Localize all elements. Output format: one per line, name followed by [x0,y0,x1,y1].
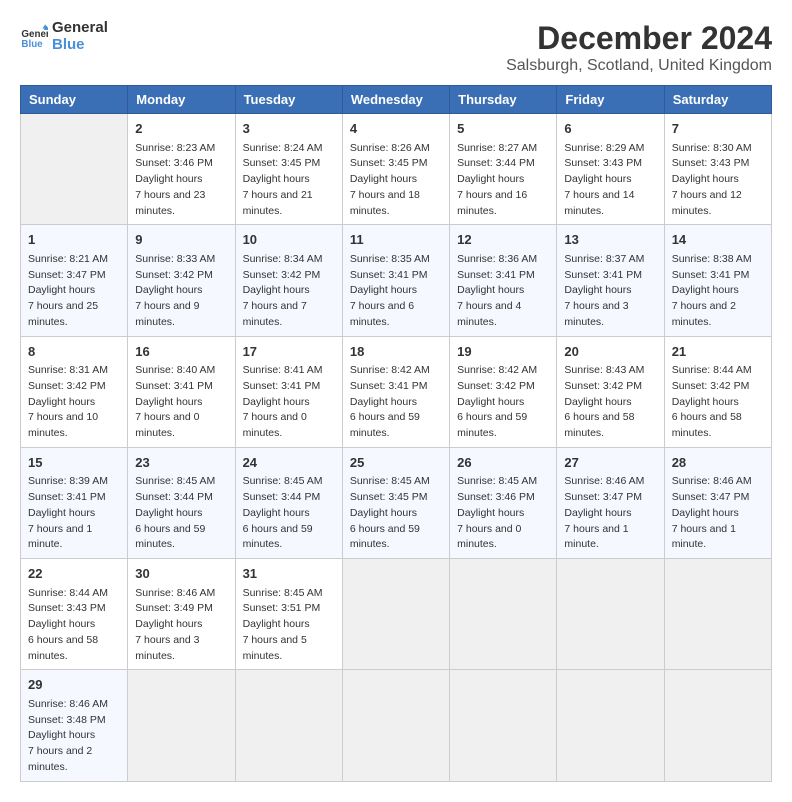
day-number: 14 [672,230,764,250]
day-number: 12 [457,230,549,250]
calendar-cell [450,559,557,670]
page-header: General Blue General Blue December 2024 … [20,20,772,75]
calendar-cell: 16Sunrise: 8:40 AMSunset: 3:41 PMDayligh… [128,336,235,447]
day-number: 20 [564,342,656,362]
logo-icon: General Blue [20,23,48,51]
day-number: 25 [350,453,442,473]
month-title: December 2024 [506,20,772,57]
calendar-row-3: 8Sunrise: 8:31 AMSunset: 3:42 PMDaylight… [21,336,772,447]
calendar-cell: 9Sunrise: 8:33 AMSunset: 3:42 PMDaylight… [128,225,235,336]
calendar-cell: 8Sunrise: 8:31 AMSunset: 3:42 PMDaylight… [21,336,128,447]
calendar-cell: 3Sunrise: 8:24 AMSunset: 3:45 PMDaylight… [235,114,342,225]
day-number: 13 [564,230,656,250]
calendar-cell: 19Sunrise: 8:42 AMSunset: 3:42 PMDayligh… [450,336,557,447]
day-number: 18 [350,342,442,362]
col-sunday: Sunday [21,86,128,114]
calendar-row-5: 22Sunrise: 8:44 AMSunset: 3:43 PMDayligh… [21,559,772,670]
calendar-cell [342,559,449,670]
col-wednesday: Wednesday [342,86,449,114]
calendar-row-2: 1Sunrise: 8:21 AMSunset: 3:47 PMDaylight… [21,225,772,336]
logo-line2: Blue [52,37,108,54]
calendar-cell: 20Sunrise: 8:43 AMSunset: 3:42 PMDayligh… [557,336,664,447]
calendar-cell [664,670,771,781]
calendar-cell: 14Sunrise: 8:38 AMSunset: 3:41 PMDayligh… [664,225,771,336]
calendar-cell: 31Sunrise: 8:45 AMSunset: 3:51 PMDayligh… [235,559,342,670]
calendar-row-1: 2Sunrise: 8:23 AMSunset: 3:46 PMDaylight… [21,114,772,225]
calendar-table: Sunday Monday Tuesday Wednesday Thursday… [20,85,772,782]
calendar-cell: 24Sunrise: 8:45 AMSunset: 3:44 PMDayligh… [235,447,342,558]
calendar-cell: 26Sunrise: 8:45 AMSunset: 3:46 PMDayligh… [450,447,557,558]
calendar-cell: 5Sunrise: 8:27 AMSunset: 3:44 PMDaylight… [450,114,557,225]
logo-line1: General [52,20,108,37]
calendar-cell: 1Sunrise: 8:21 AMSunset: 3:47 PMDaylight… [21,225,128,336]
day-number: 30 [135,564,227,584]
col-monday: Monday [128,86,235,114]
calendar-cell [664,559,771,670]
day-number: 19 [457,342,549,362]
day-number: 22 [28,564,120,584]
col-thursday: Thursday [450,86,557,114]
col-friday: Friday [557,86,664,114]
day-number: 3 [243,119,335,139]
calendar-cell [128,670,235,781]
calendar-cell: 2Sunrise: 8:23 AMSunset: 3:46 PMDaylight… [128,114,235,225]
day-number: 11 [350,230,442,250]
calendar-cell: 12Sunrise: 8:36 AMSunset: 3:41 PMDayligh… [450,225,557,336]
day-number: 9 [135,230,227,250]
day-number: 24 [243,453,335,473]
day-number: 10 [243,230,335,250]
calendar-cell: 28Sunrise: 8:46 AMSunset: 3:47 PMDayligh… [664,447,771,558]
calendar-cell [21,114,128,225]
calendar-cell: 13Sunrise: 8:37 AMSunset: 3:41 PMDayligh… [557,225,664,336]
calendar-cell: 22Sunrise: 8:44 AMSunset: 3:43 PMDayligh… [21,559,128,670]
day-number: 16 [135,342,227,362]
day-number: 17 [243,342,335,362]
calendar-cell [557,559,664,670]
calendar-cell: 15Sunrise: 8:39 AMSunset: 3:41 PMDayligh… [21,447,128,558]
day-number: 15 [28,453,120,473]
calendar-cell: 11Sunrise: 8:35 AMSunset: 3:41 PMDayligh… [342,225,449,336]
calendar-cell: 10Sunrise: 8:34 AMSunset: 3:42 PMDayligh… [235,225,342,336]
day-number: 5 [457,119,549,139]
calendar-cell: 7Sunrise: 8:30 AMSunset: 3:43 PMDaylight… [664,114,771,225]
day-number: 29 [28,675,120,695]
logo: General Blue General Blue [20,20,108,53]
day-number: 1 [28,230,120,250]
svg-text:Blue: Blue [21,38,43,49]
calendar-cell: 6Sunrise: 8:29 AMSunset: 3:43 PMDaylight… [557,114,664,225]
day-number: 4 [350,119,442,139]
calendar-cell: 25Sunrise: 8:45 AMSunset: 3:45 PMDayligh… [342,447,449,558]
calendar-row-6: 29Sunrise: 8:46 AMSunset: 3:48 PMDayligh… [21,670,772,781]
calendar-cell: 29Sunrise: 8:46 AMSunset: 3:48 PMDayligh… [21,670,128,781]
day-number: 21 [672,342,764,362]
calendar-cell [235,670,342,781]
calendar-cell: 27Sunrise: 8:46 AMSunset: 3:47 PMDayligh… [557,447,664,558]
calendar-cell: 17Sunrise: 8:41 AMSunset: 3:41 PMDayligh… [235,336,342,447]
day-number: 28 [672,453,764,473]
day-number: 27 [564,453,656,473]
calendar-cell [450,670,557,781]
title-area: December 2024 Salsburgh, Scotland, Unite… [506,20,772,75]
col-saturday: Saturday [664,86,771,114]
day-number: 23 [135,453,227,473]
day-number: 31 [243,564,335,584]
location: Salsburgh, Scotland, United Kingdom [506,57,772,75]
calendar-cell [557,670,664,781]
day-number: 6 [564,119,656,139]
calendar-cell: 23Sunrise: 8:45 AMSunset: 3:44 PMDayligh… [128,447,235,558]
calendar-cell: 4Sunrise: 8:26 AMSunset: 3:45 PMDaylight… [342,114,449,225]
calendar-cell: 30Sunrise: 8:46 AMSunset: 3:49 PMDayligh… [128,559,235,670]
day-number: 26 [457,453,549,473]
calendar-cell: 18Sunrise: 8:42 AMSunset: 3:41 PMDayligh… [342,336,449,447]
calendar-cell [342,670,449,781]
calendar-cell: 21Sunrise: 8:44 AMSunset: 3:42 PMDayligh… [664,336,771,447]
header-row: Sunday Monday Tuesday Wednesday Thursday… [21,86,772,114]
day-number: 8 [28,342,120,362]
calendar-row-4: 15Sunrise: 8:39 AMSunset: 3:41 PMDayligh… [21,447,772,558]
col-tuesday: Tuesday [235,86,342,114]
day-number: 2 [135,119,227,139]
day-number: 7 [672,119,764,139]
